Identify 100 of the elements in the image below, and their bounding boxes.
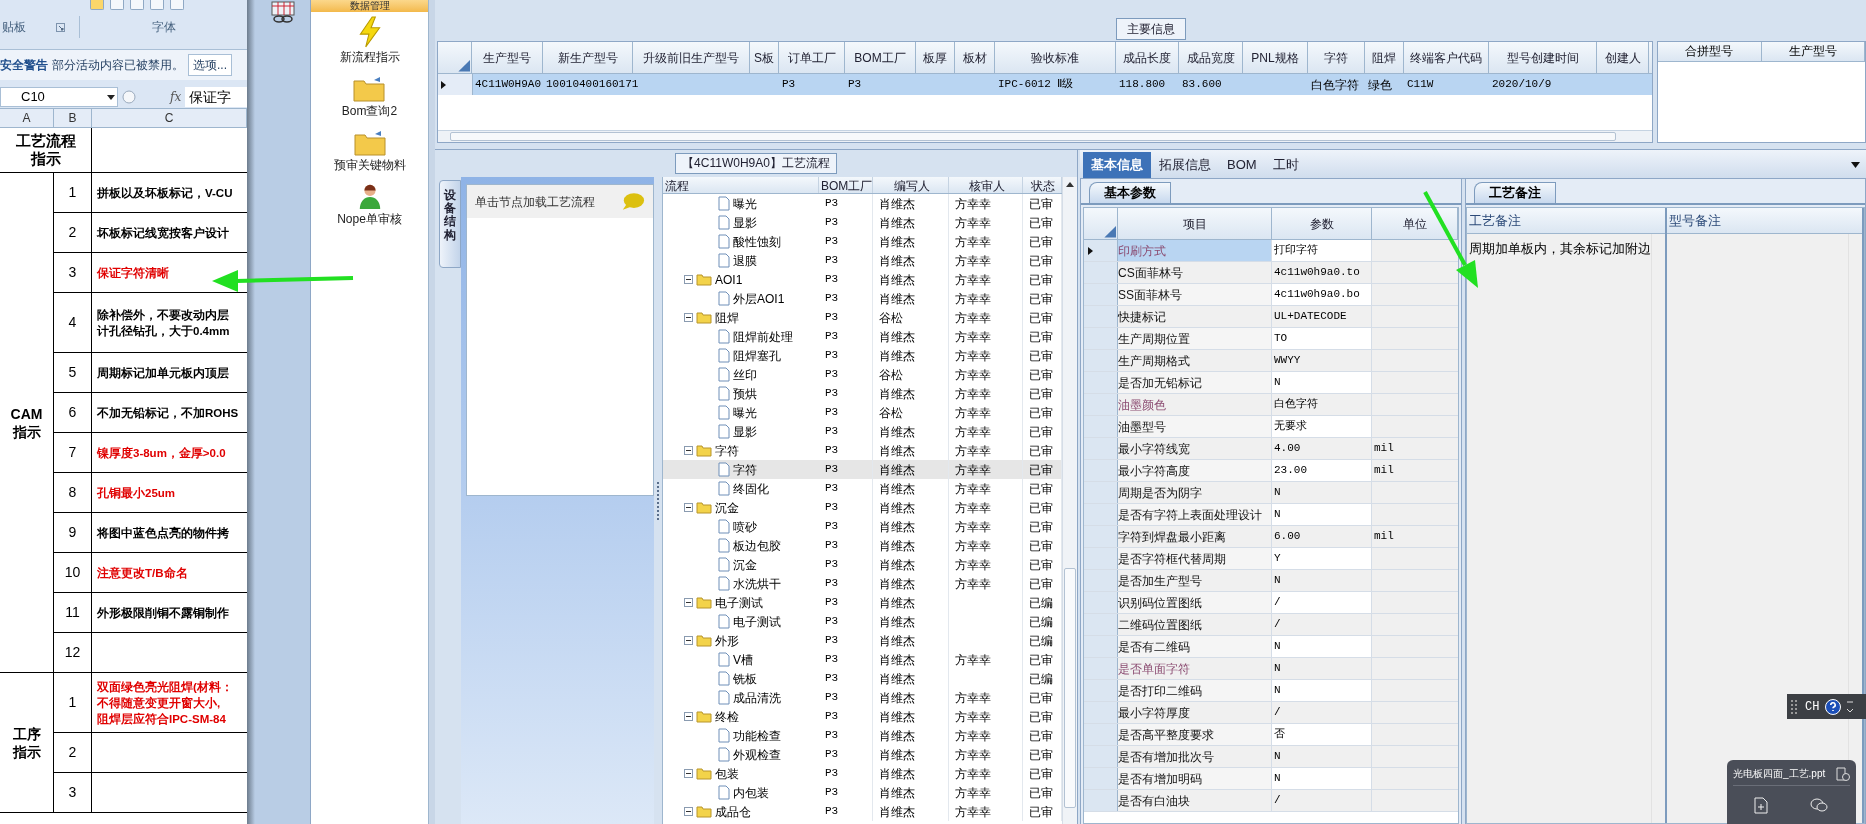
column-header[interactable]: 创建人 [1597,42,1649,73]
column-header[interactable]: 生产型号 [472,42,543,73]
collapse-icon[interactable] [684,712,693,721]
column-header[interactable]: PNL规格 [1243,42,1308,73]
column-header[interactable]: 升级前旧生产型号 [633,42,750,73]
file-status-icon[interactable] [1836,766,1850,781]
language-indicator[interactable]: CH [1805,697,1820,716]
table-row[interactable]: 快捷标记 UL+DATECODE [1084,306,1458,328]
sidebar-item[interactable]: 预审关键物料 [333,123,406,174]
table-row[interactable]: 印刷方式 打印字符 [1084,240,1458,262]
table-row[interactable]: 最小字符高度 23.00 mil [1084,460,1458,482]
column-header[interactable]: A [0,109,54,127]
column-header[interactable]: 验收标准 [995,42,1116,73]
calendar-link-icon[interactable] [268,1,297,23]
tab[interactable]: BOM [1219,152,1265,178]
column-header[interactable]: 阻焊 [1365,42,1404,73]
vertical-scrollbar[interactable] [1062,177,1077,824]
new-file-icon[interactable] [1753,796,1768,814]
column-header[interactable]: BOM工厂 [845,42,916,73]
collapse-icon[interactable] [684,446,693,455]
tab[interactable]: 工时 [1264,152,1307,178]
help-icon[interactable] [1825,698,1842,715]
table-row[interactable]: 是否单面字符 N [1084,658,1458,680]
column-header[interactable]: 字符 [1308,42,1365,73]
table-row[interactable]: SS面菲林号 4c11w0h9a0.bo [1084,284,1458,306]
column-header[interactable]: 型号备注 [1667,208,1862,234]
column-header[interactable]: 成品宽度 [1179,42,1243,73]
options-button[interactable]: 选项... [188,54,232,76]
column-header[interactable]: 生产型号 [1761,42,1865,61]
side-tab[interactable]: 设备结构 [439,180,461,268]
tab[interactable]: 基本信息 [1083,152,1151,178]
table-row[interactable]: 油墨颜色 白色字符 [1084,394,1458,416]
sidebar-item[interactable]: 新流程指示 [339,15,400,66]
table-row[interactable]: 最小字符线宽 4.00 mil [1084,438,1458,460]
collapse-icon[interactable] [684,598,693,607]
dialog-launcher-icon[interactable] [56,22,65,32]
column-header[interactable]: 板材 [955,42,995,73]
table-row[interactable]: 是否字符框代替周期 Y [1084,548,1458,570]
table-row[interactable]: 生产周期格式 WWYY [1084,350,1458,372]
table-cell-text: 二维码位置图纸 [1118,616,1202,634]
column-header[interactable]: 项目 [1118,208,1272,239]
table-row[interactable]: 二维码位置图纸 / [1084,614,1458,636]
table-cell-text: 已审 [1029,518,1053,536]
horizontal-scrollbar[interactable] [438,130,1652,142]
table-row[interactable]: 最小字符厚度 / [1084,702,1458,724]
table-row[interactable]: 是否打印二维码 N [1084,680,1458,702]
column-header[interactable]: 流程 [663,177,819,193]
table-row[interactable]: 是否有二维码 N [1084,636,1458,658]
collapse-icon[interactable] [684,636,693,645]
table-row[interactable]: 是否有增加明码 N [1084,768,1458,790]
column-header[interactable]: 成品长度 [1116,42,1179,73]
column-header[interactable]: 终端客户代码 [1404,42,1489,73]
table-cell-text: UL+DATECODE [1274,309,1347,325]
text-area[interactable]: 周期加单板内，其余标记加附边 [1467,234,1665,823]
collapse-icon[interactable] [684,807,693,816]
column-header[interactable]: 参数 [1272,208,1372,239]
table-row[interactable]: 是否加生产型号 N [1084,570,1458,592]
name-box[interactable]: C10 [0,87,118,107]
table-row[interactable]: 周期是否为阴字 N [1084,482,1458,504]
collapse-icon[interactable] [684,769,693,778]
table-row[interactable]: 是否高平整度要求 否 [1084,724,1458,746]
column-header[interactable]: 型号创建时间 [1489,42,1597,73]
table-row[interactable]: 字符到焊盘最小距离 6.00 mil [1084,526,1458,548]
table-row[interactable]: 识别码位置图纸 / [1084,592,1458,614]
table-row[interactable]: 是否有白油块 / [1084,790,1458,812]
tree-row[interactable]: 字符 P3 肖维杰 方幸幸 已审 [663,460,1062,479]
table-row[interactable]: 生产周期位置 TO [1084,328,1458,350]
column-header[interactable]: 新生产型号 [543,42,633,73]
sidebar-item[interactable]: Bom查询2 [341,69,398,120]
sub-tab[interactable]: 工艺备注 [1474,182,1556,203]
column-header[interactable]: S板 [750,42,779,73]
column-header[interactable]: 合拼型号 [1658,42,1762,61]
table-row[interactable]: 是否加无铅标记 N [1084,372,1458,394]
table-row[interactable]: 是否有字符上表面处理设计 N [1084,504,1458,526]
column-header[interactable]: BOM工厂 [819,177,873,193]
collapse-icon[interactable] [684,275,693,284]
column-header[interactable]: 工艺备注 [1467,208,1665,234]
table-row[interactable]: 4C11W0H9A0 10010400160171 P3 P3 IPC-6012 Ⅱ级 118.800 83.600 白色字符 绿色 C11W 2020/10/9 [438,74,1652,95]
table-row[interactable]: 油墨型号 无要求 [1084,416,1458,438]
sub-tab[interactable]: 基本参数 [1089,182,1171,203]
column-header[interactable]: 编写人 [873,177,949,193]
column-header[interactable]: 单位 [1372,208,1458,239]
collapse-icon[interactable] [684,503,693,512]
column-header[interactable]: 核审人 [949,177,1023,193]
dropdown-caret-icon[interactable] [1851,162,1860,168]
function-button[interactable]: fx [170,88,182,106]
column-header[interactable]: 订单工厂 [779,42,845,73]
options-icon[interactable] [1847,699,1854,714]
sidebar-item[interactable]: Nope单审核 [337,177,402,228]
table-cell-text: 方幸幸 [955,366,991,384]
formula-field[interactable]: 保证字 [185,87,247,107]
tab[interactable]: 拓展信息 [1151,152,1219,178]
grip-icon[interactable] [1791,698,1799,715]
column-header[interactable]: B [54,109,92,127]
dropdown-caret-icon[interactable] [107,94,115,100]
table-row[interactable]: 是否有增加批次号 N [1084,746,1458,768]
chat-icon[interactable] [1809,797,1830,813]
table-row[interactable]: CS面菲林号 4c11w0h9a0.to [1084,262,1458,284]
column-header[interactable]: 板厚 [916,42,955,73]
collapse-icon[interactable] [684,313,693,322]
